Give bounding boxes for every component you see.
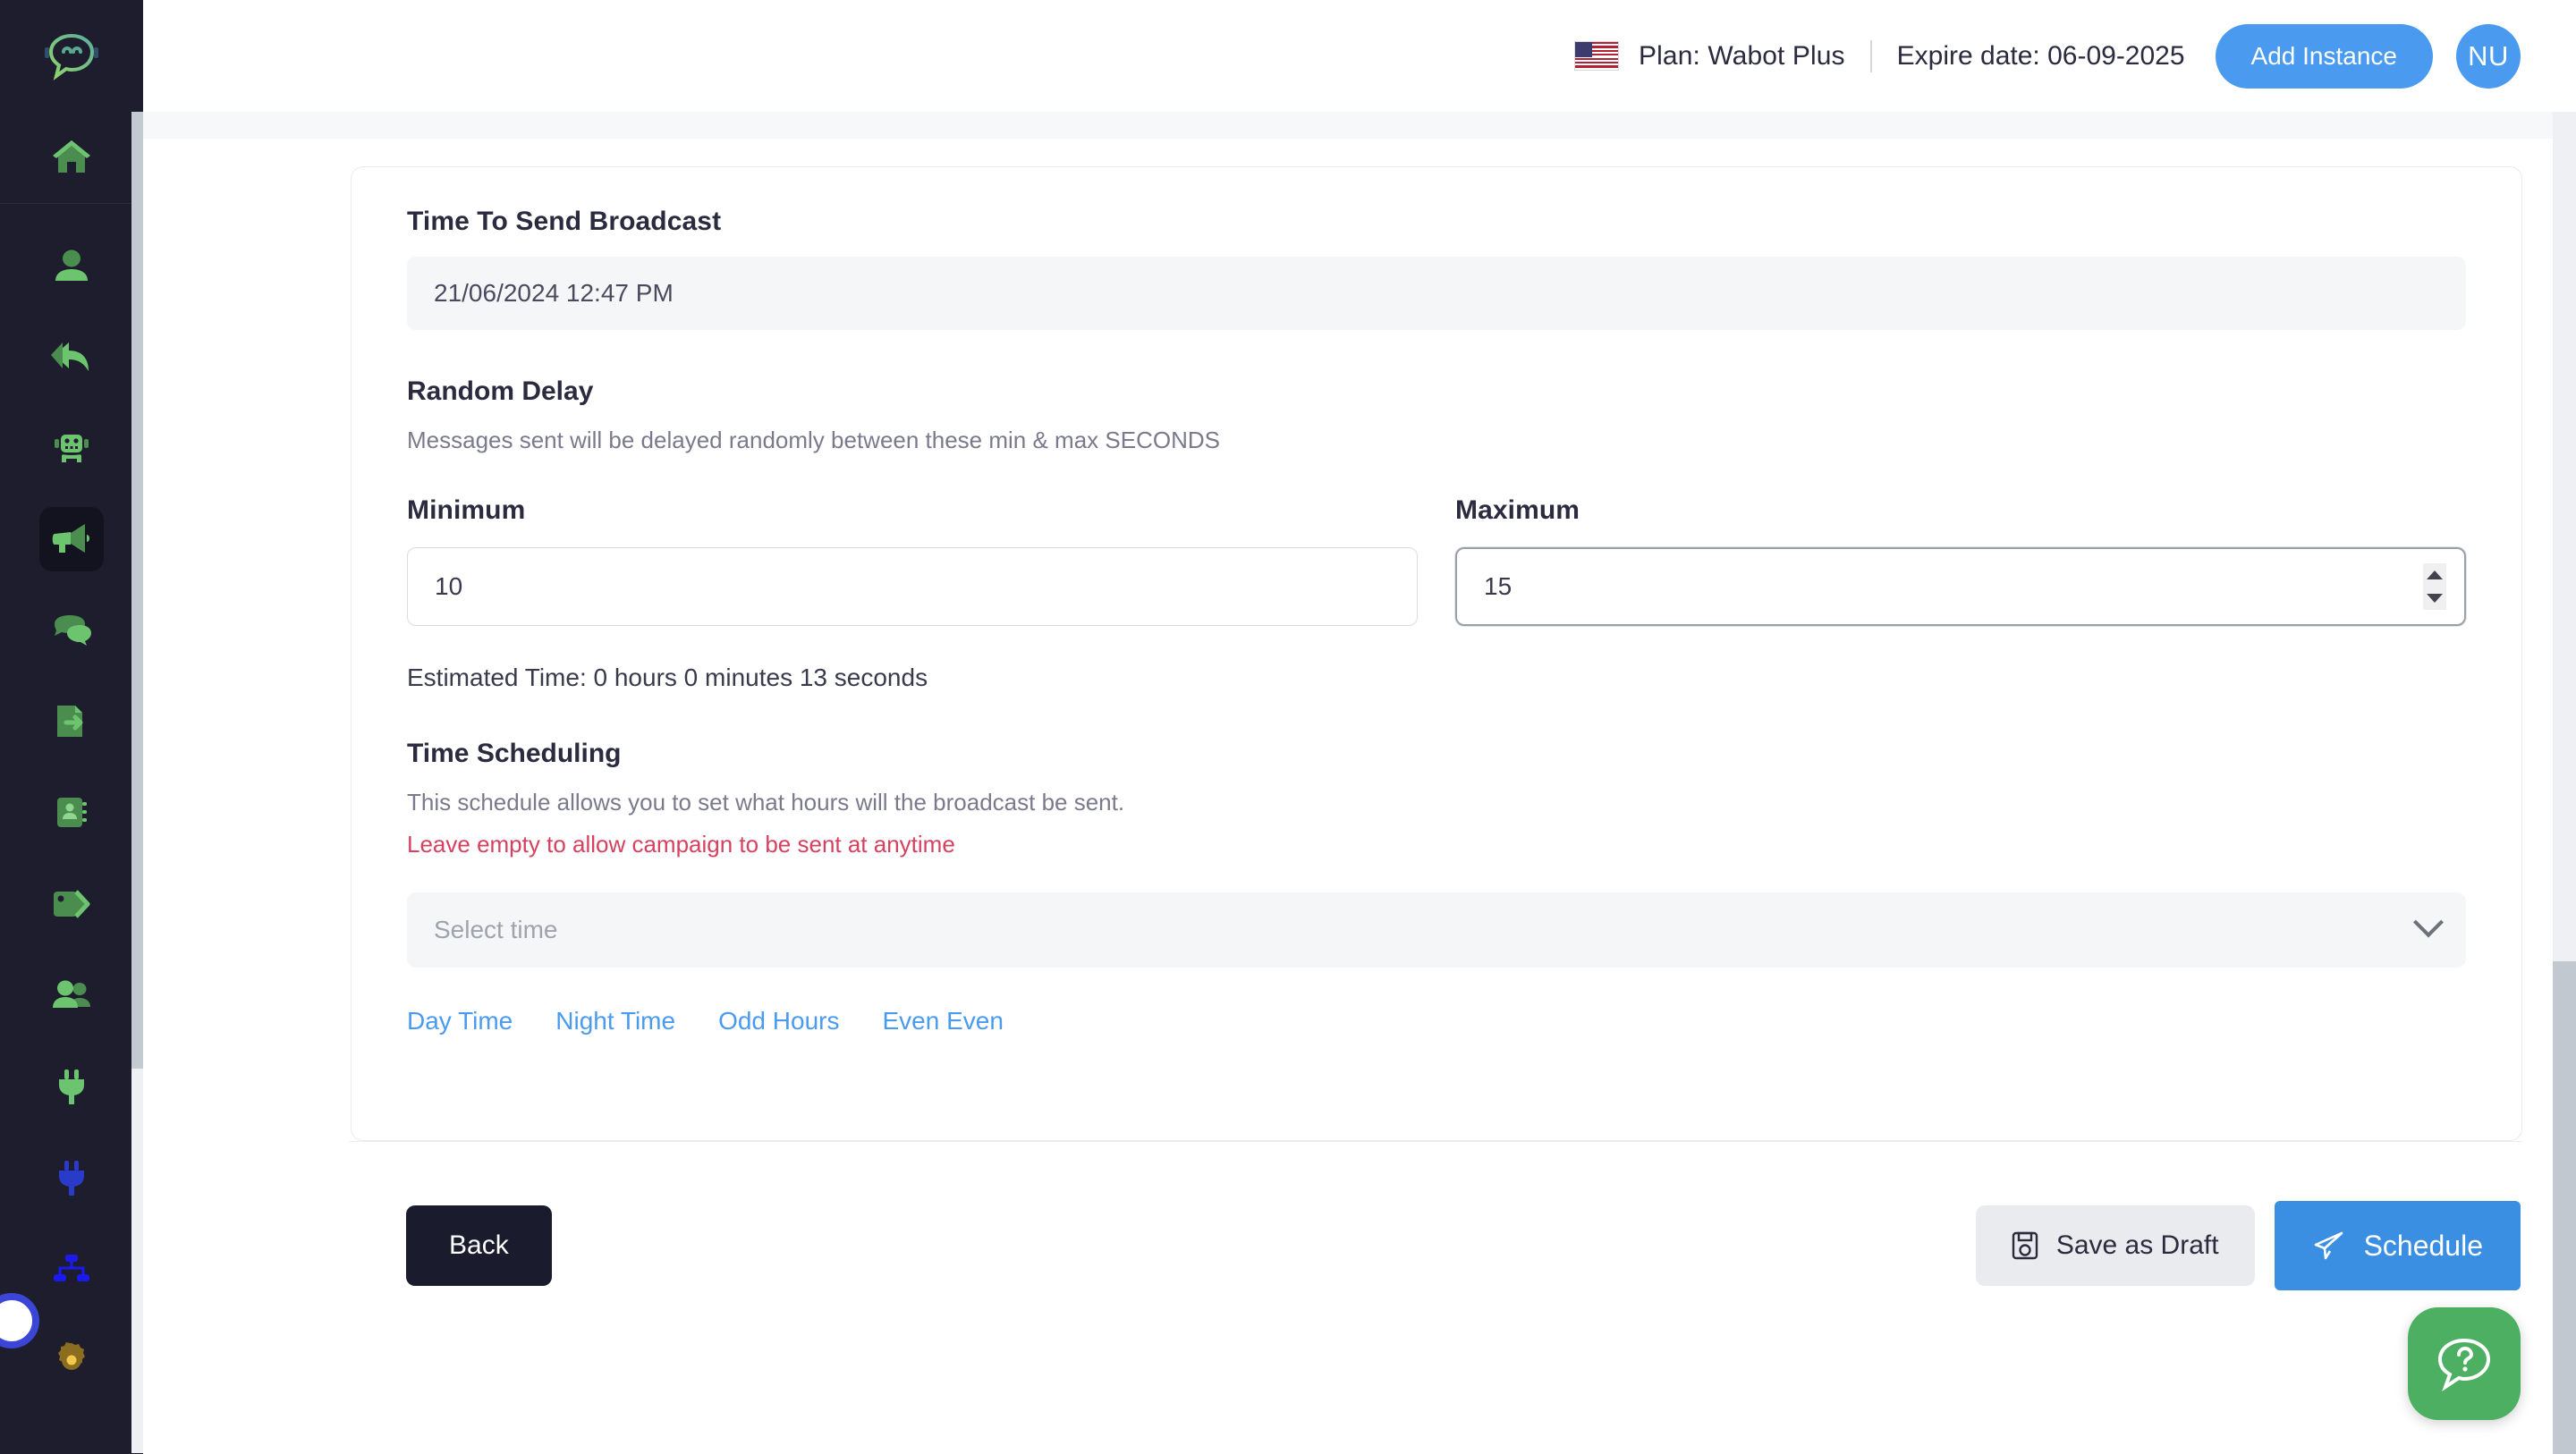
schedule-label: Schedule [2363, 1229, 2483, 1262]
tag-icon [39, 872, 104, 936]
help-chat-button[interactable] [2408, 1307, 2521, 1420]
paper-plane-icon [2314, 1231, 2343, 1260]
sidebar-item-chats[interactable] [0, 585, 143, 676]
sidebar-item-home[interactable] [0, 112, 143, 203]
main-area: Plan: Wabot Plus Expire date: 06-09-2025… [143, 0, 2576, 1454]
time-preset-links: Day Time Night Time Odd Hours Even Even [407, 1007, 2466, 1036]
quantity-stepper[interactable] [2423, 563, 2446, 610]
app-logo[interactable] [0, 0, 143, 112]
page-scrollbar-thumb[interactable] [2553, 961, 2576, 1454]
minimum-label: Minimum [407, 495, 526, 525]
delay-inputs-row: Minimum Maximum [407, 495, 2466, 626]
sidebar-item-tags[interactable] [0, 858, 143, 950]
plug-blue-icon [39, 1145, 104, 1210]
stepper-up-icon[interactable] [2427, 571, 2443, 579]
select-time-placeholder: Select time [434, 916, 558, 943]
avatar[interactable]: NU [2456, 23, 2521, 89]
chevron-down-icon [2413, 907, 2444, 938]
broadcast-schedule-card: Time To Send Broadcast 21/06/2024 12:47 … [351, 166, 2522, 1141]
minimum-column: Minimum [407, 495, 1418, 626]
sidebar-items [0, 204, 143, 1406]
save-as-draft-button[interactable]: Save as Draft [1975, 1205, 2255, 1286]
action-bar: Back Save as Draft Schedule [143, 1142, 2576, 1349]
schedule-button[interactable]: Schedule [2274, 1201, 2521, 1290]
robot-icon [39, 416, 104, 480]
preset-even-even[interactable]: Even Even [882, 1007, 1003, 1036]
maximum-input[interactable] [1455, 547, 2466, 626]
save-as-draft-label: Save as Draft [2055, 1230, 2219, 1260]
sidebar-item-chatbot[interactable] [0, 402, 143, 494]
add-instance-button[interactable]: Add Instance [2215, 23, 2433, 89]
gear-icon [39, 1328, 104, 1392]
megaphone-icon [39, 507, 104, 571]
preset-odd-hours[interactable]: Odd Hours [718, 1007, 839, 1036]
preset-day-time[interactable]: Day Time [407, 1007, 513, 1036]
reply-arrow-icon [39, 325, 104, 389]
maximum-input-wrap [1455, 547, 2466, 626]
random-delay-help: Messages sent will be delayed randomly b… [407, 427, 1220, 453]
address-book-icon [39, 781, 104, 845]
header-separator [1869, 39, 1872, 72]
sidebar-item-integration[interactable] [0, 1041, 143, 1132]
content-scroll-region: Time To Send Broadcast 21/06/2024 12:47 … [143, 112, 2576, 1454]
time-to-send-label: Time To Send Broadcast [407, 207, 722, 236]
sidebar-item-groups[interactable] [0, 950, 143, 1041]
primary-actions: Save as Draft Schedule [1975, 1201, 2521, 1290]
maximum-label: Maximum [1455, 495, 1580, 525]
sidebar-scrollbar-thumb[interactable] [131, 112, 143, 1069]
top-bar: Plan: Wabot Plus Expire date: 06-09-2025… [143, 0, 2576, 112]
floppy-disk-icon [2012, 1231, 2038, 1260]
chat-bubble-logo-icon [45, 33, 98, 80]
random-delay-title: Random Delay [407, 376, 594, 406]
time-scheduling-title: Time Scheduling [407, 739, 622, 768]
sitemap-icon [39, 1237, 104, 1301]
sidebar-item-contacts[interactable] [0, 767, 143, 858]
content-top-strip [143, 112, 2576, 139]
time-to-send-value[interactable]: 21/06/2024 12:47 PM [407, 257, 2466, 330]
us-flag-icon [1574, 41, 1620, 71]
user-icon [39, 233, 104, 298]
select-time-dropdown[interactable]: Select time [407, 892, 2466, 968]
preset-night-time[interactable]: Night Time [555, 1007, 675, 1036]
maximum-column: Maximum [1455, 495, 2466, 626]
users-group-icon [39, 963, 104, 1027]
file-export-icon [39, 689, 104, 754]
question-chat-bubble-icon [2437, 1338, 2491, 1392]
sidebar-item-api[interactable] [0, 1132, 143, 1223]
plug-green-icon [39, 1054, 104, 1119]
stepper-down-icon[interactable] [2427, 594, 2443, 603]
minimum-input[interactable] [407, 547, 1418, 626]
app-root: Plan: Wabot Plus Expire date: 06-09-2025… [0, 0, 2576, 1454]
plan-label: Plan: Wabot Plus [1639, 40, 1845, 71]
expire-date-label: Expire date: 06-09-2025 [1896, 40, 2185, 71]
home-icon [39, 125, 104, 190]
sidebar [0, 0, 143, 1454]
time-scheduling-warning: Leave empty to allow campaign to be sent… [407, 831, 955, 858]
sidebar-item-export[interactable] [0, 676, 143, 767]
time-scheduling-help: This schedule allows you to set what hou… [407, 789, 1125, 816]
back-button[interactable]: Back [406, 1205, 552, 1286]
sidebar-item-reply[interactable] [0, 311, 143, 402]
sidebar-item-broadcast[interactable] [0, 494, 143, 585]
sidebar-item-profile[interactable] [0, 220, 143, 311]
estimated-time-text: Estimated Time: 0 hours 0 minutes 13 sec… [407, 664, 928, 691]
chat-bubbles-icon [39, 598, 104, 663]
